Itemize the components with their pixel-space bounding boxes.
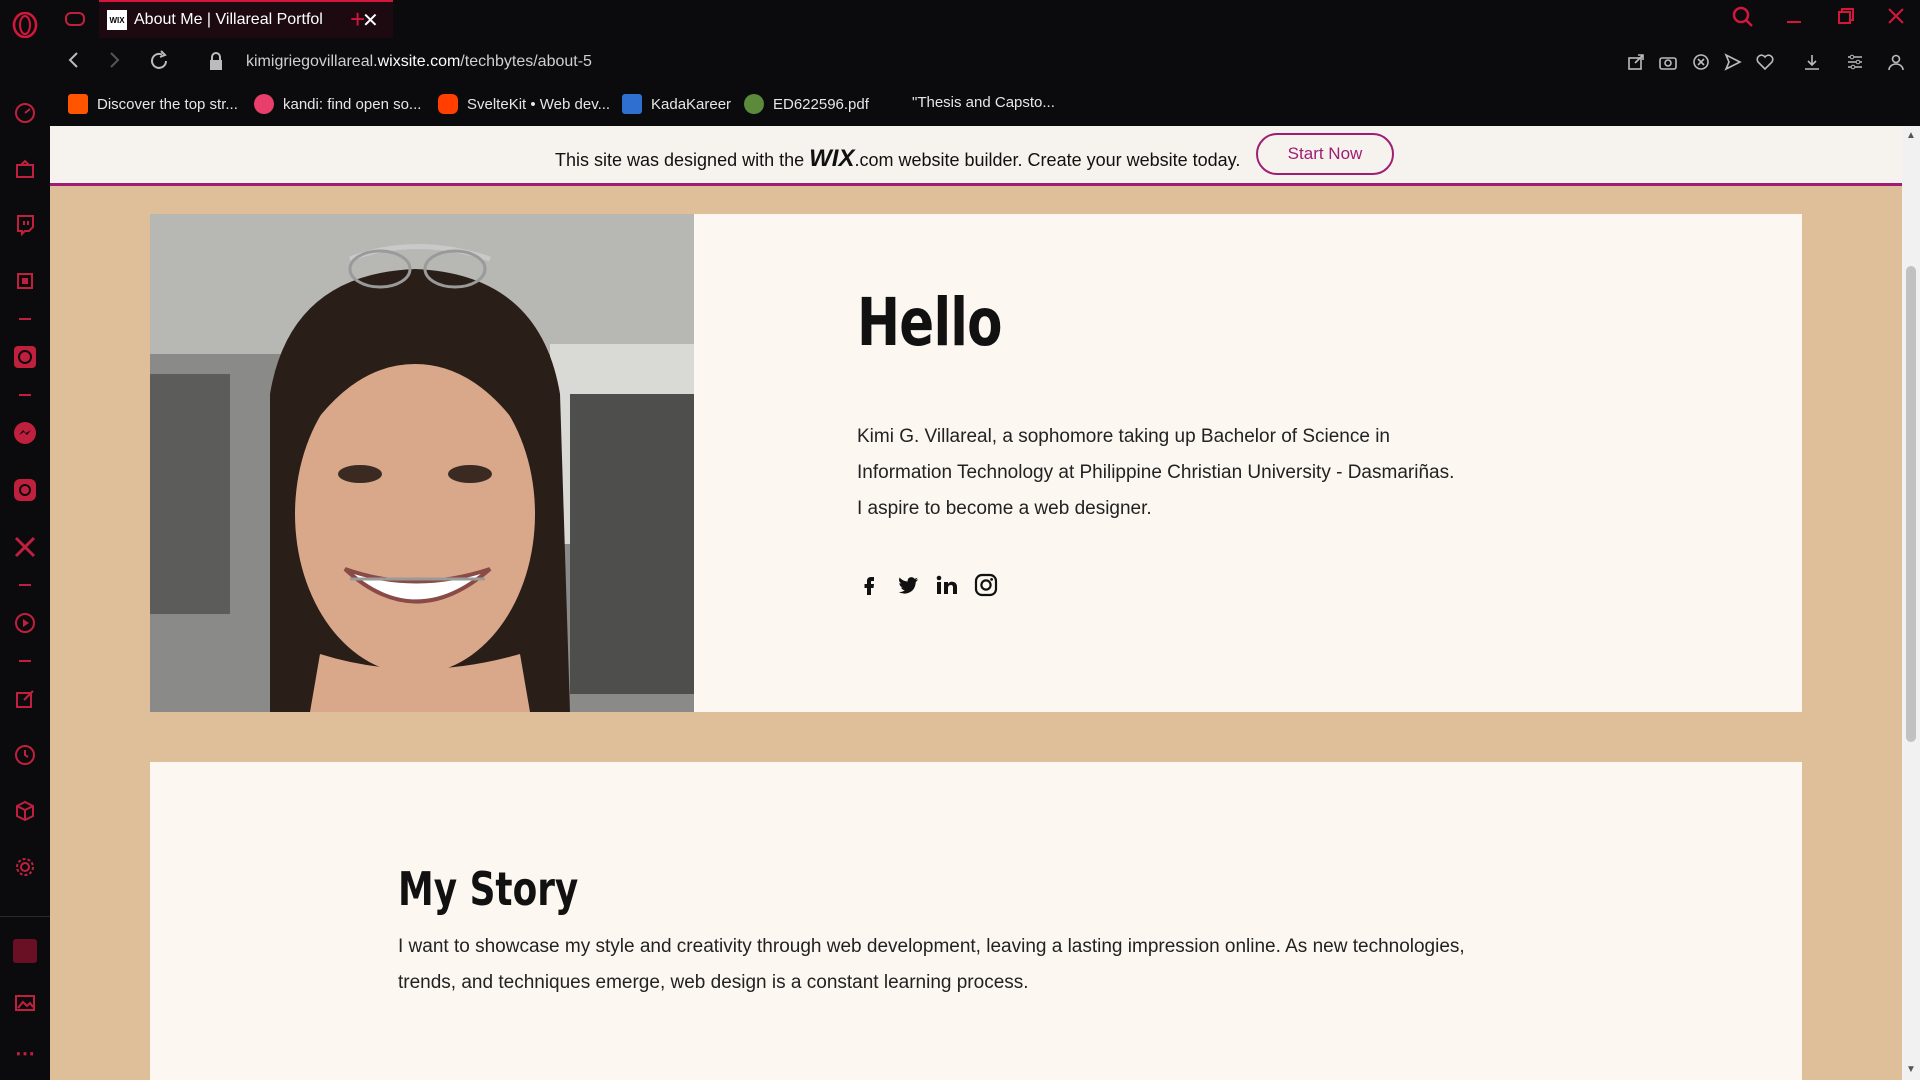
easy-setup-icon[interactable] — [1845, 52, 1865, 72]
bookmark-label: Discover the top str... — [97, 95, 238, 113]
reload-icon[interactable] — [148, 50, 170, 78]
profile-icon[interactable] — [1886, 52, 1906, 72]
back-icon[interactable] — [66, 50, 82, 76]
url-path: /techbytes/about-5 — [460, 53, 592, 70]
bookmark-item[interactable]: ED622596.pdf — [744, 94, 869, 114]
speed-dial-icon[interactable] — [12, 100, 38, 126]
messenger-icon[interactable] — [12, 420, 38, 446]
kadakareer-icon — [622, 94, 642, 114]
pinboards-icon[interactable] — [12, 686, 38, 712]
bio-line: I aspire to become a web designer. — [857, 498, 1152, 519]
bookmark-label: KadaKareer — [651, 95, 732, 113]
story-heading: My Story — [398, 862, 579, 916]
hot-tabs-killer-icon[interactable] — [12, 268, 38, 294]
bookmark-item[interactable]: "Thesis and Capsto... — [912, 94, 1055, 111]
address-bar: kimigriegovillareal.wixsite.com/techbyte… — [50, 38, 1920, 88]
url-field[interactable]: kimigriegovillareal.wixsite.com/techbyte… — [246, 53, 592, 71]
snapshot-icon[interactable] — [1658, 52, 1678, 72]
facebook-icon[interactable] — [857, 573, 881, 597]
send-icon[interactable] — [1723, 52, 1743, 72]
profile-photo — [150, 214, 694, 712]
gallery-icon[interactable] — [12, 990, 38, 1016]
start-now-button[interactable]: Start Now — [1256, 133, 1394, 175]
soundcloud-icon — [68, 94, 88, 114]
restore-icon[interactable] — [1836, 6, 1856, 32]
workspace-icon[interactable] — [64, 9, 86, 34]
bookmark-heart-icon[interactable] — [1755, 52, 1775, 72]
bookmark-label: kandi: find open so... — [283, 95, 422, 113]
story-section: My Story I want to showcase my style and… — [150, 762, 1802, 1080]
twitch-icon[interactable] — [12, 212, 38, 238]
instagram-sidebar-icon[interactable] — [12, 477, 38, 503]
player-icon[interactable] — [12, 610, 38, 636]
close-window-icon[interactable] — [1886, 6, 1906, 32]
instagram-icon[interactable] — [974, 573, 998, 597]
hero-heading: Hello — [857, 284, 1003, 361]
settings-icon[interactable] — [12, 854, 38, 880]
url-domain: wixsite.com — [377, 53, 461, 70]
wallet-icon[interactable] — [12, 938, 38, 964]
browser-sidebar: ⋯ — [0, 0, 51, 1080]
extensions-icon[interactable] — [12, 798, 38, 824]
hero-section: Hello Kimi G. Villareal, a sophomore tak… — [150, 214, 1802, 712]
bookmark-label: ED622596.pdf — [773, 95, 869, 113]
page-viewport: This site was designed with the WIX.com … — [50, 126, 1902, 1080]
wix-banner-text: This site was designed with the WIX.com … — [555, 145, 1240, 173]
svelte-icon — [438, 94, 458, 114]
tab-active[interactable]: WIX About Me | Villareal Portfol ✕ — [99, 0, 393, 38]
x-twitter-icon[interactable] — [12, 534, 38, 560]
bookmark-item[interactable]: SvelteKit • Web dev... — [438, 94, 610, 114]
bookmark-label: SvelteKit • Web dev... — [467, 95, 611, 113]
wix-banner: This site was designed with the WIX.com … — [50, 126, 1902, 186]
chatgpt-icon[interactable] — [12, 344, 38, 370]
page-scrollbar[interactable]: ▲ ▼ — [1902, 126, 1920, 1080]
story-line: trends, and techniques emerge, web desig… — [398, 972, 1029, 993]
lock-icon[interactable] — [208, 52, 224, 77]
history-icon[interactable] — [12, 742, 38, 768]
bookmarks-bar: Discover the top str... kandi: find open… — [50, 88, 1920, 126]
scroll-down-icon[interactable]: ▼ — [1906, 1064, 1916, 1075]
share-icon[interactable] — [1626, 52, 1646, 72]
gx-corner-icon[interactable] — [12, 156, 38, 182]
wix-logo-suffix: .com — [854, 150, 894, 170]
kandi-icon — [254, 94, 274, 114]
wix-favicon-icon: WIX — [107, 10, 127, 30]
more-options-icon[interactable]: ⋯ — [12, 1040, 38, 1066]
bookmark-item[interactable]: KadaKareer — [622, 94, 731, 114]
linkedin-icon[interactable] — [935, 573, 959, 597]
download-icon[interactable] — [1802, 52, 1822, 72]
eric-icon — [744, 94, 764, 114]
bio-line: Information Technology at Philippine Chr… — [857, 462, 1455, 483]
bookmark-item[interactable]: kandi: find open so... — [254, 94, 421, 114]
tab-bar: WIX About Me | Villareal Portfol ✕ + — [50, 0, 1920, 38]
tab-title: About Me | Villareal Portfol — [134, 11, 323, 28]
adblock-icon[interactable] — [1691, 52, 1711, 72]
scroll-up-icon[interactable]: ▲ — [1906, 130, 1916, 141]
url-prefix: kimigriegovillareal. — [246, 53, 378, 70]
forward-icon[interactable] — [106, 50, 122, 76]
bookmark-label: "Thesis and Capsto... — [912, 94, 1055, 111]
new-tab-icon[interactable]: + — [350, 4, 365, 35]
wix-banner-text-before: This site was designed with the — [555, 150, 810, 170]
opera-logo-icon[interactable] — [12, 12, 38, 38]
wix-banner-text-after: website builder. Create your website tod… — [893, 150, 1241, 170]
wix-logo[interactable]: WIX — [809, 145, 854, 172]
search-icon[interactable] — [1732, 6, 1754, 34]
bio-line: Kimi G. Villareal, a sophomore taking up… — [857, 426, 1390, 447]
twitter-icon[interactable] — [896, 573, 920, 597]
story-line: I want to showcase my style and creativi… — [398, 936, 1465, 957]
scrollbar-thumb[interactable] — [1906, 266, 1916, 742]
bookmark-item[interactable]: Discover the top str... — [68, 94, 238, 114]
minimize-icon[interactable] — [1784, 6, 1804, 32]
